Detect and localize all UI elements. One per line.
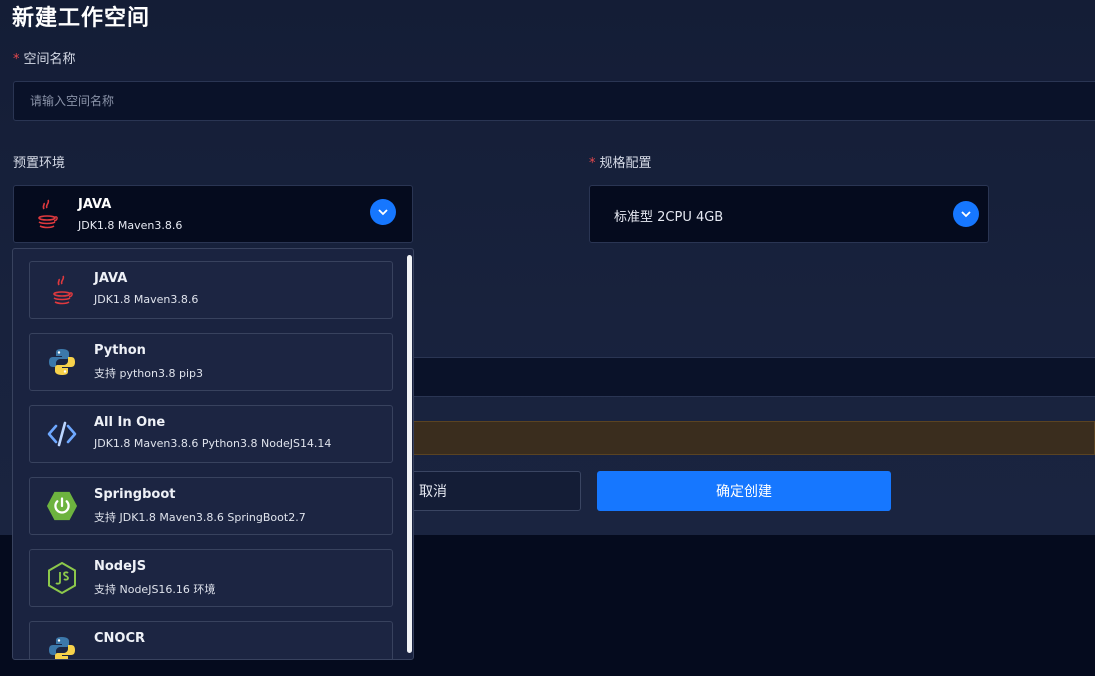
spec-select[interactable]: 标准型 2CPU 4GB <box>589 185 989 243</box>
chevron-down-icon[interactable] <box>370 199 396 225</box>
env-option-cnocr[interactable]: CNOCR <box>29 621 393 659</box>
env-select-desc: JDK1.8 Maven3.8.6 <box>78 219 183 232</box>
spec-select-value: 标准型 2CPU 4GB <box>614 210 724 225</box>
option-name: CNOCR <box>94 631 146 646</box>
option-desc: 支持 NodeJS16.16 环境 <box>94 583 216 596</box>
option-name: Springboot <box>94 487 176 502</box>
env-select[interactable]: JAVA JDK1.8 Maven3.8.6 <box>13 185 413 243</box>
option-desc: JDK1.8 Maven3.8.6 <box>94 293 199 306</box>
form-row-hidden <box>413 357 1095 397</box>
env-select-name: JAVA <box>78 197 112 212</box>
springboot-icon <box>46 489 78 523</box>
scrollbar-thumb[interactable] <box>407 255 412 653</box>
python-icon <box>46 633 78 659</box>
option-name: NodeJS <box>94 559 147 574</box>
page-title: 新建工作空间 <box>12 6 151 31</box>
name-label: * 空间名称 <box>13 52 76 67</box>
code-icon <box>46 417 78 451</box>
env-option-nodejs[interactable]: NodeJS 支持 NodeJS16.16 环境 <box>29 549 393 607</box>
java-icon <box>46 273 78 307</box>
required-mark: * <box>589 156 596 171</box>
required-mark: * <box>13 52 20 67</box>
env-label: 预置环境 <box>13 156 66 171</box>
workspace-name-input[interactable] <box>13 81 1095 121</box>
spec-label: * 规格配置 <box>589 156 652 171</box>
option-desc: 支持 python3.8 pip3 <box>94 367 203 380</box>
env-option-python[interactable]: Python 支持 python3.8 pip3 <box>29 333 393 391</box>
option-name: JAVA <box>94 271 128 286</box>
option-desc: 支持 JDK1.8 Maven3.8.6 SpringBoot2.7 <box>94 511 306 524</box>
option-desc: JDK1.8 Maven3.8.6 Python3.8 NodeJS14.14 <box>94 437 332 450</box>
cancel-button[interactable]: 取消 <box>392 471 581 511</box>
dropdown-scrollbar[interactable] <box>403 249 413 659</box>
option-name: Python <box>94 343 146 358</box>
env-option-all-in-one[interactable]: All In One JDK1.8 Maven3.8.6 Python3.8 N… <box>29 405 393 463</box>
java-icon <box>32 198 62 230</box>
env-option-springboot[interactable]: Springboot 支持 JDK1.8 Maven3.8.6 SpringBo… <box>29 477 393 535</box>
env-option-java[interactable]: JAVA JDK1.8 Maven3.8.6 <box>29 261 393 319</box>
env-dropdown[interactable]: JAVA JDK1.8 Maven3.8.6 Python 支持 python3… <box>12 248 414 660</box>
warning-banner <box>413 421 1095 455</box>
python-icon <box>46 345 78 379</box>
option-name: All In One <box>94 415 166 430</box>
nodejs-icon <box>46 561 78 595</box>
chevron-down-icon[interactable] <box>953 201 979 227</box>
confirm-create-button[interactable]: 确定创建 <box>597 471 891 511</box>
